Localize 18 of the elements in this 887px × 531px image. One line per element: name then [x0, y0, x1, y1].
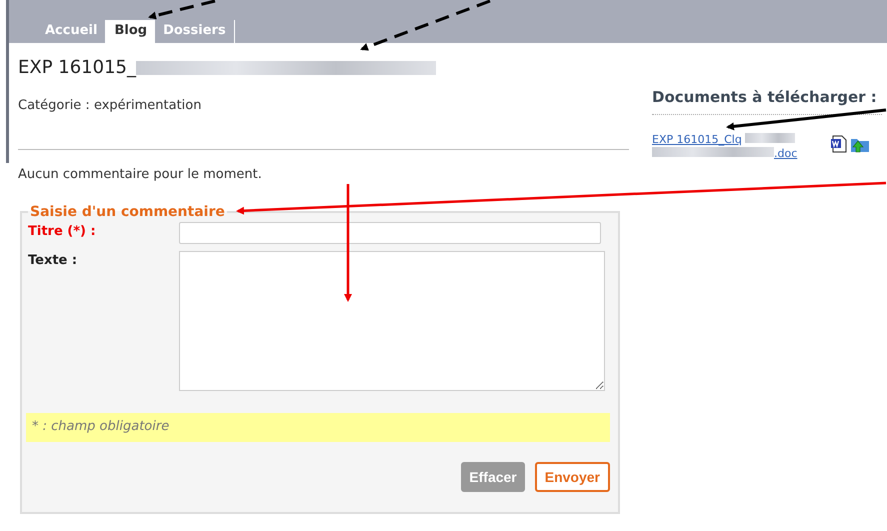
document-link[interactable]: EXP 161015_Clq: [652, 133, 742, 146]
input-field[interactable]: [179, 222, 601, 244]
document-link[interactable]: .doc: [774, 147, 798, 160]
word-document-icon[interactable]: [830, 135, 848, 153]
form-button[interactable]: Effacer: [461, 462, 525, 492]
redacted-text: [744, 133, 795, 143]
comments-message: Aucun commentaire pour le moment.: [18, 167, 263, 182]
category-text: Catégorie : expérimentation: [18, 98, 202, 113]
field-label: Titre (*) :: [28, 223, 97, 239]
field-label: Texte :: [28, 252, 78, 268]
documents-heading: Documents à télécharger :: [652, 88, 882, 115]
nav-tab[interactable]: Dossiers: [155, 20, 235, 43]
nav-tab[interactable]: Blog: [106, 20, 156, 43]
form-legend: Saisie d'un commentaire: [28, 204, 227, 220]
form-button[interactable]: Envoyer: [534, 462, 610, 492]
annotation-arrow: [148, 0, 216, 20]
required-note: * : champ obligatoire: [26, 413, 610, 442]
post-title: EXP 161015_: [18, 57, 136, 78]
